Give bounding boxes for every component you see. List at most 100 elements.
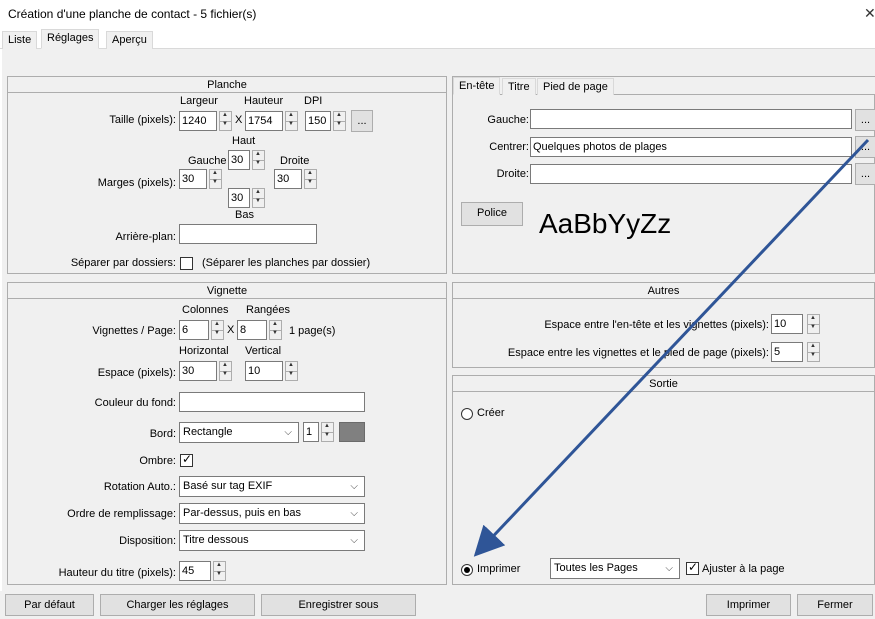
espace-pied-spinner[interactable] xyxy=(807,342,820,362)
vignette-title: Vignette xyxy=(8,283,446,299)
marge-droite-spinner[interactable] xyxy=(304,169,317,189)
pages-value: Toutes les Pages xyxy=(554,562,638,574)
rotation-label: Rotation Auto.: xyxy=(103,481,176,493)
horizontal-input[interactable]: 30 xyxy=(179,361,217,381)
tab-apercu[interactable]: Aperçu xyxy=(106,31,153,49)
marge-gauche-input[interactable]: 30 xyxy=(179,169,207,189)
marge-bas-spinner[interactable] xyxy=(252,188,265,208)
colonnes-spinner[interactable] xyxy=(211,320,224,340)
taille-label: Taille (pixels): xyxy=(109,114,176,126)
droite-more-button[interactable]: ... xyxy=(855,163,875,185)
gauche-more-button[interactable]: ... xyxy=(855,109,875,131)
chevron-down-icon: ⌵ xyxy=(350,535,358,546)
tab-titre[interactable]: Titre xyxy=(502,78,536,95)
creer-label: Créer xyxy=(477,407,505,419)
tab-reglages[interactable]: Réglages xyxy=(41,29,100,49)
marge-bas-input[interactable]: 30 xyxy=(228,188,250,208)
hauteur-spinner[interactable] xyxy=(285,111,298,131)
largeur-spinner[interactable] xyxy=(219,111,232,131)
disposition-label: Disposition: xyxy=(119,535,176,547)
planche-title: Planche xyxy=(8,77,446,93)
hauteur-titre-label: Hauteur du titre (pixels): xyxy=(58,567,176,579)
largeur-input[interactable]: 1240 xyxy=(179,111,217,131)
hauteur-titre-spinner[interactable] xyxy=(213,561,226,581)
droite-input[interactable] xyxy=(530,164,852,184)
defaut-button[interactable]: Par défaut xyxy=(5,594,94,616)
droite-label: Droite: xyxy=(496,168,529,180)
main-tabs: Liste Réglages Aperçu xyxy=(0,29,875,49)
gauche-label: Gauche: xyxy=(487,114,529,126)
autres-title: Autres xyxy=(453,283,874,299)
bord-width-input[interactable]: 1 xyxy=(303,422,319,442)
tab-entete[interactable]: En-tête xyxy=(453,77,501,95)
bord-select[interactable]: Rectangle ⌵ xyxy=(179,422,299,443)
espace-entete-spinner[interactable] xyxy=(807,314,820,334)
imprimer-radio[interactable] xyxy=(461,564,473,576)
window-title: Création d'une planche de contact - 5 fi… xyxy=(8,7,257,21)
marge-haut-input[interactable]: 30 xyxy=(228,150,250,170)
tab-liste[interactable]: Liste xyxy=(2,31,38,49)
marge-droite-input[interactable]: 30 xyxy=(274,169,302,189)
espace-entete-input[interactable]: 10 xyxy=(771,314,803,334)
rangees-spinner[interactable] xyxy=(269,320,282,340)
colonnes-input[interactable]: 6 xyxy=(179,320,209,340)
colonnes-caption: Colonnes xyxy=(182,304,229,316)
separer-text: (Séparer les planches par dossier) xyxy=(202,257,371,269)
bord-color-swatch[interactable] xyxy=(339,422,365,442)
centrer-input[interactable]: Quelques photos de plages xyxy=(530,137,852,157)
hauteur-titre-input[interactable]: 45 xyxy=(179,561,211,581)
couleur-label: Couleur du fond: xyxy=(94,397,176,409)
separer-label: Séparer par dossiers: xyxy=(70,257,176,269)
separer-checkbox[interactable] xyxy=(180,257,193,270)
ombre-label: Ombre: xyxy=(139,455,176,467)
horizontal-spinner[interactable] xyxy=(219,361,232,381)
ordre-value: Par-dessus, puis en bas xyxy=(183,507,302,519)
imprimer-button[interactable]: Imprimer xyxy=(706,594,791,616)
haut-caption: Haut xyxy=(232,135,256,147)
fermer-button[interactable]: Fermer xyxy=(797,594,873,616)
vignettes-page-label: Vignettes / Page: xyxy=(92,325,176,337)
ajuster-label: Ajuster à la page xyxy=(702,563,785,575)
bord-width-spinner[interactable] xyxy=(321,422,334,442)
charger-button[interactable]: Charger les réglages xyxy=(100,594,255,616)
marges-label: Marges (pixels): xyxy=(97,177,176,189)
vertical-input[interactable]: 10 xyxy=(245,361,283,381)
marge-gauche-spinner[interactable] xyxy=(209,169,222,189)
disposition-value: Titre dessous xyxy=(183,534,249,546)
dpi-spinner[interactable] xyxy=(333,111,346,131)
espace-pied-label: Espace entre les vignettes et le pied de… xyxy=(507,347,769,359)
espace-label: Espace (pixels): xyxy=(97,367,176,379)
entete-panel: En-tête Titre Pied de page Gauche: ... C… xyxy=(452,76,875,274)
droite-caption: Droite xyxy=(280,155,310,167)
tab-pied-de-page[interactable]: Pied de page xyxy=(537,78,614,95)
rotation-value: Basé sur tag EXIF xyxy=(183,480,273,492)
centrer-label: Centrer: xyxy=(489,141,529,153)
enregistrer-button[interactable]: Enregistrer sous xyxy=(261,594,416,616)
ajuster-checkbox[interactable] xyxy=(686,560,699,575)
ombre-checkbox[interactable] xyxy=(180,452,193,467)
bottom-button-bar: Par défaut Charger les réglages Enregist… xyxy=(0,591,875,619)
sortie-title: Sortie xyxy=(453,376,874,392)
disposition-select[interactable]: Titre dessous ⌵ xyxy=(179,530,365,551)
pages-select[interactable]: Toutes les Pages ⌵ xyxy=(550,558,680,579)
settings-content: Planche Largeur Hauteur DPI Taille (pixe… xyxy=(2,49,875,591)
chevron-down-icon: ⌵ xyxy=(350,481,358,492)
espace-pied-input[interactable]: 5 xyxy=(771,342,803,362)
centrer-more-button[interactable]: ... xyxy=(855,136,875,158)
creer-radio[interactable] xyxy=(461,408,473,420)
taille-more-button[interactable]: ... xyxy=(351,110,373,132)
gauche-caption: Gauche xyxy=(188,155,227,167)
ordre-select[interactable]: Par-dessus, puis en bas ⌵ xyxy=(179,503,365,524)
police-button[interactable]: Police xyxy=(461,202,523,226)
rangees-input[interactable]: 8 xyxy=(237,320,267,340)
arriere-input[interactable] xyxy=(179,224,317,244)
dpi-input[interactable]: 150 xyxy=(305,111,331,131)
vertical-spinner[interactable] xyxy=(285,361,298,381)
marge-haut-spinner[interactable] xyxy=(252,150,265,170)
rotation-select[interactable]: Basé sur tag EXIF ⌵ xyxy=(179,476,365,497)
hauteur-input[interactable]: 1754 xyxy=(245,111,283,131)
close-icon[interactable]: ✕ xyxy=(864,5,875,22)
couleur-input[interactable] xyxy=(179,392,365,412)
gauche-input[interactable] xyxy=(530,109,852,129)
arriere-label: Arrière-plan: xyxy=(115,231,176,243)
